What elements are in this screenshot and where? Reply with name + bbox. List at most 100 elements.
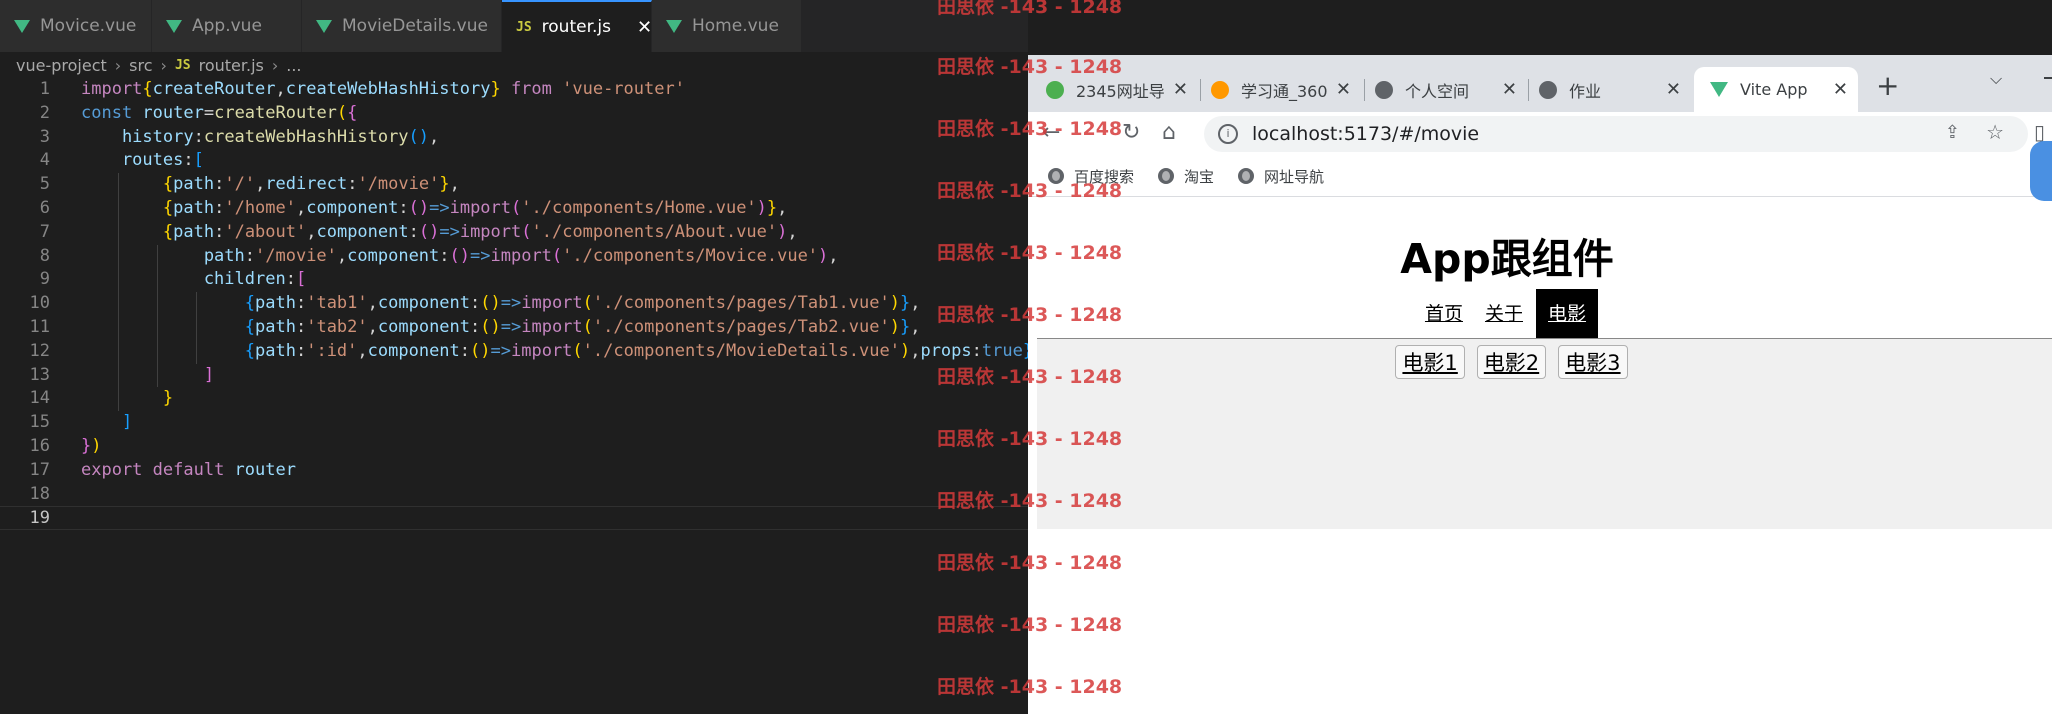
home-icon[interactable]: ⌂ — [1162, 120, 1176, 145]
line-number: 5 — [39, 174, 50, 195]
movie-link-3[interactable]: 电影3 — [1558, 345, 1628, 379]
movie-link-2[interactable]: 电影2 — [1476, 345, 1547, 379]
line-number: 13 — [29, 364, 50, 385]
breadcrumb-item[interactable]: ... — [286, 56, 301, 75]
code-line[interactable]: 18 — [0, 483, 1028, 507]
close-icon[interactable]: ✕ — [1336, 79, 1351, 100]
close-icon[interactable]: ✕ — [1173, 79, 1188, 100]
js-file-icon: JS — [174, 58, 191, 73]
vue-file-icon — [14, 19, 30, 33]
line-number: 9 — [39, 269, 50, 290]
line-number: 2 — [39, 102, 50, 123]
code-line[interactable]: 19 — [0, 506, 1028, 531]
close-icon[interactable]: ✕ — [637, 17, 652, 38]
line-number: 16 — [29, 435, 50, 456]
line-number: 4 — [39, 150, 50, 171]
bookmark-taobao[interactable]: 淘宝 — [1158, 166, 1214, 187]
editor-tab-label: App.vue — [192, 16, 262, 36]
360-icon — [1211, 80, 1229, 99]
close-icon[interactable]: ✕ — [1502, 79, 1517, 100]
code-line[interactable]: 1 import{createRouter,createWebHashHistor… — [0, 78, 1028, 102]
reload-icon[interactable]: ↻ — [1122, 120, 1140, 145]
code-line[interactable]: 7 {path:'/about',component:()=>import('.… — [0, 220, 1028, 245]
code-line[interactable]: 9 children:[ — [0, 268, 1028, 293]
browser-tab-label: 学习通_360 — [1241, 81, 1328, 101]
bookmark-nav[interactable]: 网址导航 — [1238, 166, 1324, 187]
web-page: App跟组件 首页 关于 电影 电影1 电影2 电影3 — [1028, 197, 2052, 714]
breadcrumb-item[interactable]: src — [129, 56, 152, 75]
editor-tab-home-vue[interactable]: Home.vue — [652, 0, 802, 52]
page-title: App跟组件 — [1400, 235, 1614, 283]
code-area[interactable]: 1 import{createRouter,createWebHashHistor… — [0, 78, 1028, 531]
line-number: 14 — [29, 388, 50, 409]
new-tab-button[interactable]: + — [1876, 69, 1899, 102]
browser-tab-personal-space[interactable]: 个人空间 ✕ — [1365, 67, 1527, 112]
vue-file-icon — [666, 19, 682, 33]
code-text: children:[ — [81, 269, 307, 290]
vue-file-icon — [316, 19, 332, 33]
editor-tab-movice-vue[interactable]: Movice.vue — [0, 0, 152, 52]
code-line[interactable]: 4 routes:[ — [0, 149, 1028, 173]
browser-tab-label: Vite App — [1740, 80, 1808, 99]
line-number: 11 — [29, 316, 50, 337]
line-number: 1 — [39, 79, 50, 99]
bookmark-label: 淘宝 — [1184, 167, 1215, 186]
movie-list: 电影1 电影2 电影3 — [1037, 345, 1986, 379]
close-icon[interactable]: ✕ — [1666, 79, 1681, 100]
editor-tab-app-vue[interactable]: App.vue — [152, 0, 302, 52]
editor-tab-router-js[interactable]: JS router.js ✕ — [502, 0, 652, 52]
code-line[interactable]: 13 ] — [0, 363, 1028, 388]
nav-link-about[interactable]: 关于 — [1476, 289, 1532, 339]
watermark-text: 田思依 -143 - 1248 — [937, 614, 1123, 636]
browser-tab-label: 作业 — [1569, 81, 1602, 101]
minimize-icon[interactable] — [2044, 77, 2052, 79]
code-line[interactable]: 10 {path:'tab1',component:()=>import('./… — [0, 292, 1028, 316]
nav-link-movie[interactable]: 电影 — [1536, 289, 1599, 339]
address-bar[interactable]: i localhost:5173/#/movie ⇪ ☆ — [1204, 116, 2028, 152]
code-line[interactable]: 6 {path:'/home',component:()=>import('./… — [0, 196, 1028, 221]
globe-icon — [1539, 80, 1557, 99]
code-line[interactable]: 5 {path:'/',redirect:'/movie'}, — [0, 173, 1028, 197]
browser-tab-vite-app[interactable]: Vite App ✕ — [1694, 67, 1858, 112]
code-text: {path:'/home',component:()=>import('./co… — [162, 197, 788, 218]
chevron-right-icon: › — [160, 56, 167, 75]
code-text: {path:'/about',component:()=>import('./c… — [162, 221, 798, 242]
editor-tab-moviedetails-vue[interactable]: MovieDetails.vue — [302, 0, 502, 52]
tab-search-icon[interactable]: ⌵ — [1990, 69, 2002, 89]
code-line[interactable]: 16}) — [0, 435, 1028, 459]
code-text: {path:'tab1',component:()=>import('./com… — [244, 293, 921, 314]
movie-panel: 电影1 电影2 电影3 — [1037, 339, 2052, 529]
movie-link-1[interactable]: 电影1 — [1395, 345, 1465, 379]
breadcrumb-item[interactable]: vue-project — [16, 56, 107, 75]
watermark-text: 田思依 -143 - 1248 — [937, 428, 1123, 450]
code-line[interactable]: 11 {path:'tab2',component:()=>import('./… — [0, 315, 1028, 340]
extension-shield-icon[interactable] — [2030, 141, 2052, 201]
code-line[interactable]: 14 } — [0, 387, 1028, 412]
watermark-text: 田思依 -143 - 1248 — [937, 366, 1123, 388]
line-number: 15 — [29, 412, 50, 433]
line-number: 8 — [39, 245, 50, 266]
browser-tab-xuexitong[interactable]: 学习通_360 ✕ — [1201, 67, 1361, 112]
code-line[interactable]: 3 history:createWebHashHistory(), — [0, 126, 1028, 150]
code-line[interactable]: 2 const router=createRouter({ — [0, 102, 1028, 126]
info-icon[interactable]: i — [1218, 124, 1238, 144]
editor-tab-label: Movice.vue — [40, 16, 137, 36]
code-text: ] — [121, 412, 133, 433]
js-file-icon: JS — [516, 19, 532, 35]
nav-link-home[interactable]: 首页 — [1416, 289, 1472, 339]
vue-file-icon — [166, 19, 182, 33]
browser-tab-homework[interactable]: 作业 ✕ — [1529, 67, 1691, 112]
code-line[interactable]: 15 ] — [0, 411, 1028, 435]
breadcrumb-item[interactable]: router.js — [199, 56, 264, 75]
bookmarks-bar: 百度搜索 淘宝 网址导航 — [1028, 156, 2052, 197]
code-line[interactable]: 17 export default router — [0, 459, 1028, 483]
code-line[interactable]: 12 {path:':id',component:()=>import('./c… — [0, 339, 1028, 364]
url-text[interactable]: localhost:5173/#/movie — [1252, 123, 1479, 145]
code-text: }) — [81, 435, 102, 456]
close-icon[interactable]: ✕ — [1833, 79, 1848, 100]
code-text: history:createWebHashHistory(), — [81, 126, 440, 147]
line-number: 3 — [39, 126, 50, 147]
bookmark-star-icon[interactable]: ☆ — [1986, 120, 2004, 144]
share-icon[interactable]: ⇪ — [1945, 122, 1960, 143]
code-line[interactable]: 8 path:'/movie',component:()=>import('./… — [0, 244, 1028, 269]
